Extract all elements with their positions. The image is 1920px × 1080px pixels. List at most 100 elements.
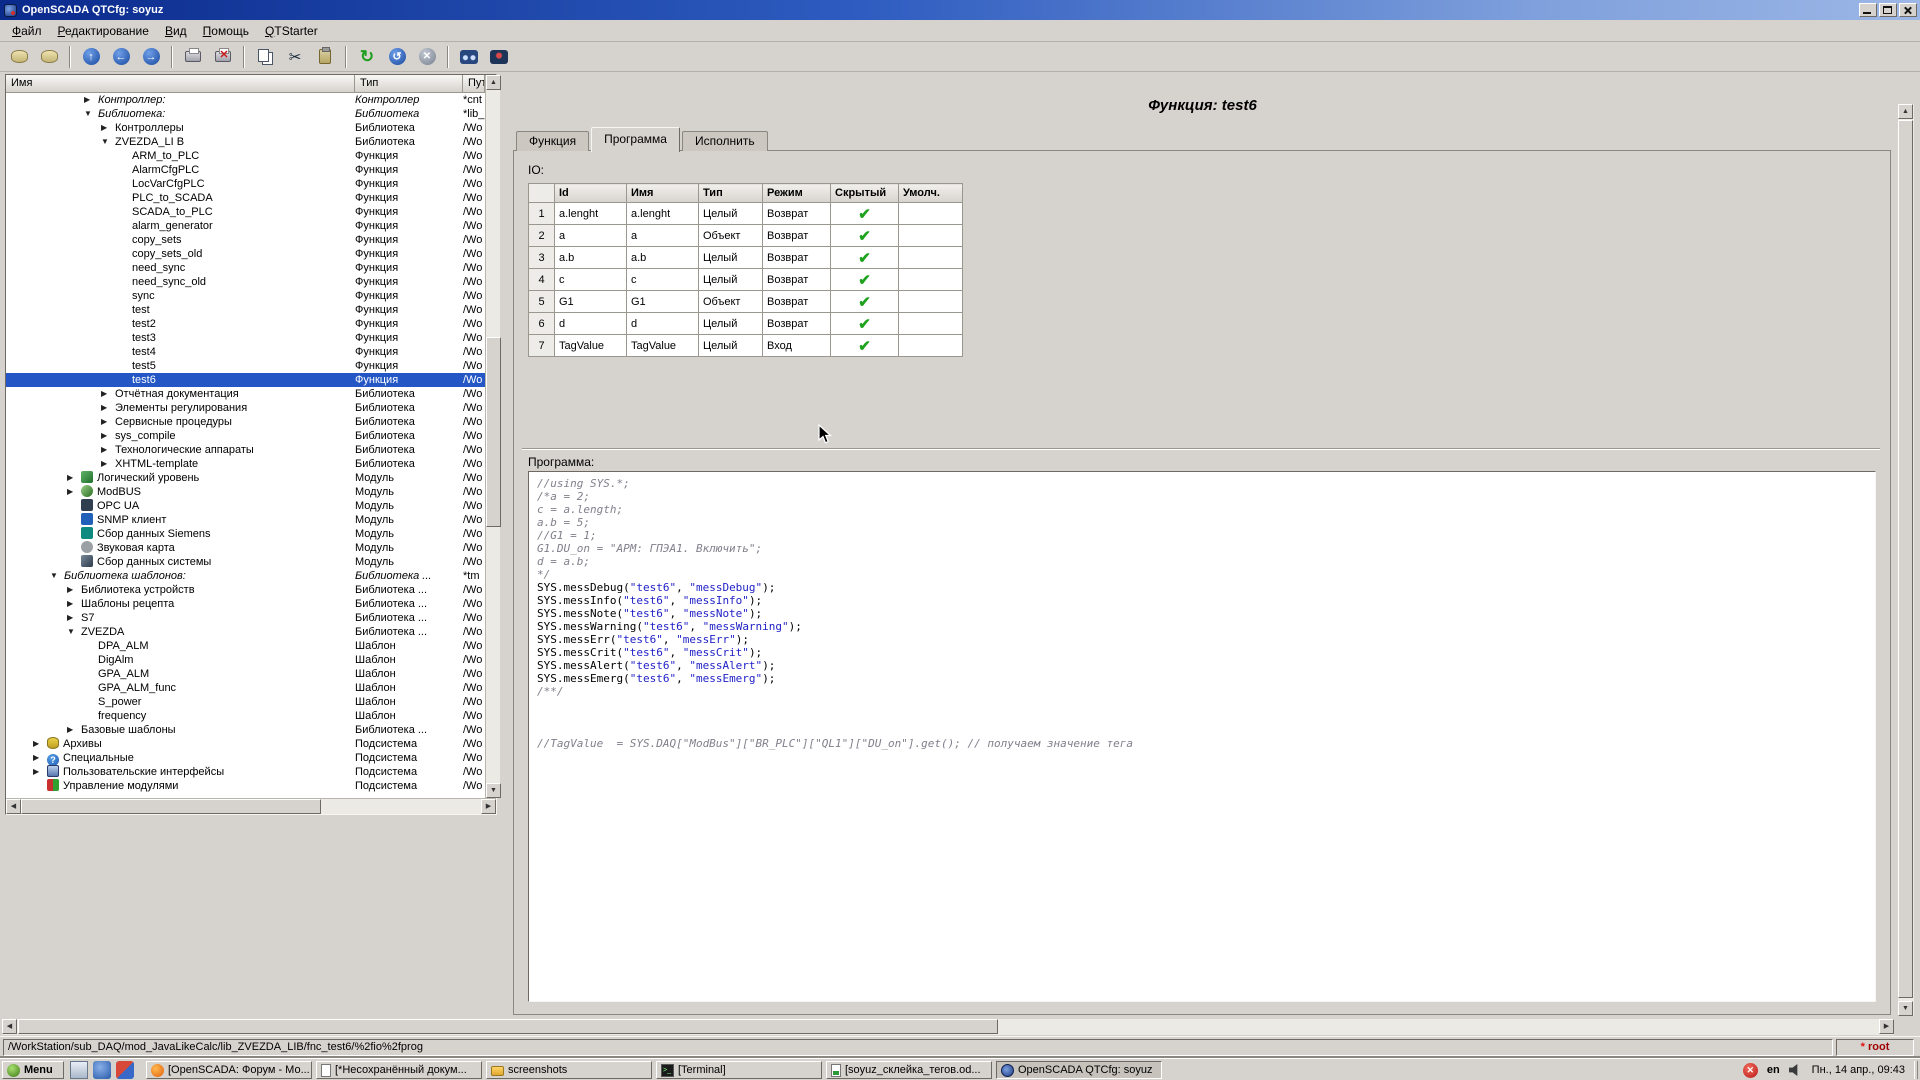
io-cell-id[interactable]: d <box>555 313 627 335</box>
tree-expand-arrow-icon[interactable]: ▶ <box>101 415 115 429</box>
tree-row[interactable]: LocVarCfgPLCФункция/Wo <box>6 177 485 191</box>
tree-expand-arrow-icon[interactable]: ▶ <box>67 723 81 737</box>
tree-column-path[interactable]: Путь <box>463 75 485 93</box>
io-cell-hidden[interactable]: ✔ <box>831 203 899 225</box>
tree-row[interactable]: ▼Библиотека:Библиотека*lib_ <box>6 107 485 121</box>
tree-row[interactable]: ▶Пользовательские интерфейсыПодсистема/W… <box>6 765 485 779</box>
io-cell-type[interactable]: Целый <box>699 203 763 225</box>
main-vscroll-thumb[interactable] <box>1898 120 1913 998</box>
tree-row[interactable]: ▶Элементы регулированияБиблиотека/Wo <box>6 401 485 415</box>
io-row-number[interactable]: 4 <box>529 269 555 291</box>
tree-row[interactable]: ▶Логический уровеньМодуль/Wo <box>6 471 485 485</box>
start-updating-button[interactable]: ↺ <box>384 44 410 70</box>
menu-item-Файл[interactable]: Файл <box>4 20 50 41</box>
tree-row[interactable]: GPA_ALMШаблон/Wo <box>6 667 485 681</box>
io-cell-id[interactable]: a.b <box>555 247 627 269</box>
menu-item-QTStarter[interactable]: QTStarter <box>257 20 326 41</box>
io-cell-default[interactable] <box>899 247 963 269</box>
io-cell-hidden[interactable]: ✔ <box>831 225 899 247</box>
tree-horizontal-scrollbar[interactable]: ◀ ▶ <box>6 798 496 814</box>
io-cell-mode[interactable]: Возврат <box>763 203 831 225</box>
tree-row[interactable]: test5Функция/Wo <box>6 359 485 373</box>
tree-row[interactable]: ▼ZVEZDAБиблиотека .../Wo <box>6 625 485 639</box>
clock[interactable]: Пн., 14 апр., 09:43 <box>1812 1064 1905 1076</box>
taskbar-window-button[interactable]: [*Несохранённый докум... <box>316 1061 482 1079</box>
tree-vertical-scrollbar[interactable]: ▲ ▼ <box>485 75 500 798</box>
paste-item-button[interactable] <box>312 44 338 70</box>
io-cell-hidden[interactable]: ✔ <box>831 313 899 335</box>
tree-row[interactable]: SCADA_to_PLCФункция/Wo <box>6 205 485 219</box>
io-column-header[interactable]: Имя <box>627 184 699 203</box>
io-column-header[interactable]: Режим <box>763 184 831 203</box>
io-cell-mode[interactable]: Возврат <box>763 247 831 269</box>
tree-row[interactable]: AlarmCfgPLCФункция/Wo <box>6 163 485 177</box>
tab-Исполнить[interactable]: Исполнить <box>682 131 768 151</box>
taskbar-window-button[interactable]: [OpenSCADA: Форум - Мо... <box>146 1061 312 1079</box>
maximize-button[interactable] <box>1879 3 1897 17</box>
tree-row[interactable]: need_syncФункция/Wo <box>6 261 485 275</box>
tree-row[interactable]: alarm_generatorФункция/Wo <box>6 219 485 233</box>
program-code-editor[interactable]: //using SYS.*;/*a = 2;c = a.length;a.b =… <box>528 471 1876 1002</box>
io-cell-id[interactable]: TagValue <box>555 335 627 357</box>
web-browser-icon[interactable] <box>93 1061 111 1079</box>
tree-row[interactable]: DPA_ALMШаблон/Wo <box>6 639 485 653</box>
io-column-header[interactable]: Скрытый <box>831 184 899 203</box>
io-cell-type[interactable]: Объект <box>699 291 763 313</box>
io-cell-mode[interactable]: Возврат <box>763 269 831 291</box>
tree-row[interactable]: frequencyШаблон/Wo <box>6 709 485 723</box>
tree-row[interactable]: Управление модулямиПодсистема/Wo <box>6 779 485 793</box>
io-cell-default[interactable] <box>899 291 963 313</box>
io-cell-hidden[interactable]: ✔ <box>831 335 899 357</box>
menu-item-Помощь[interactable]: Помощь <box>195 20 257 41</box>
tree-row[interactable]: ▶КонтроллерыБиблиотека/Wo <box>6 121 485 135</box>
io-row-number[interactable]: 6 <box>529 313 555 335</box>
tree-row[interactable]: Звуковая картаМодуль/Wo <box>6 541 485 555</box>
tree-row[interactable]: ▶S7Библиотека .../Wo <box>6 611 485 625</box>
tree-expand-arrow-icon[interactable]: ▶ <box>67 611 81 625</box>
vision-button[interactable] <box>486 44 512 70</box>
io-column-header[interactable]: Id <box>555 184 627 203</box>
io-row-number[interactable]: 3 <box>529 247 555 269</box>
io-cell-type[interactable]: Целый <box>699 247 763 269</box>
tab-Функция[interactable]: Функция <box>516 131 589 151</box>
tree-expand-arrow-icon[interactable]: ▶ <box>67 471 81 485</box>
copy-item-button[interactable] <box>252 44 278 70</box>
tree-row[interactable]: ▶Отчётная документацияБиблиотека/Wo <box>6 387 485 401</box>
tree-row[interactable]: ▶Сервисные процедурыБиблиотека/Wo <box>6 415 485 429</box>
tree-row[interactable]: OPC UAМодуль/Wo <box>6 499 485 513</box>
io-cell-mode[interactable]: Вход <box>763 335 831 357</box>
tree-row[interactable]: copy_setsФункция/Wo <box>6 233 485 247</box>
io-cell-type[interactable]: Целый <box>699 313 763 335</box>
stop-updating-button[interactable]: ✕ <box>414 44 440 70</box>
scroll-down-icon[interactable]: ▼ <box>486 783 501 798</box>
io-cell-id[interactable]: a.lenght <box>555 203 627 225</box>
io-row-number[interactable]: 2 <box>529 225 555 247</box>
cut-item-button[interactable]: ✂ <box>282 44 308 70</box>
tree-row[interactable]: ▶Контроллер:Контроллер*cnt <box>6 93 485 107</box>
tree-row[interactable]: ▶ModBUSМодуль/Wo <box>6 485 485 499</box>
tree-row[interactable]: copy_sets_oldФункция/Wo <box>6 247 485 261</box>
tree-row[interactable]: S_powerШаблон/Wo <box>6 695 485 709</box>
tree-expand-arrow-icon[interactable]: ▶ <box>101 429 115 443</box>
scroll-left-icon[interactable]: ◀ <box>6 799 21 814</box>
tree-collapse-arrow-icon[interactable]: ▼ <box>67 625 81 639</box>
menu-item-Вид[interactable]: Вид <box>157 20 195 41</box>
main-hscroll-thumb[interactable] <box>18 1019 998 1034</box>
tree-row[interactable]: ▶Шаблоны рецептаБиблиотека .../Wo <box>6 597 485 611</box>
io-cell-type[interactable]: Целый <box>699 269 763 291</box>
tree-row[interactable]: ▶СпециальныеПодсистема/Wo <box>6 751 485 765</box>
io-cell-default[interactable] <box>899 313 963 335</box>
tree-row[interactable]: Сбор данных SiemensМодуль/Wo <box>6 527 485 541</box>
tree-row[interactable]: test3Функция/Wo <box>6 331 485 345</box>
tree-row[interactable]: ▶Библиотека устройствБиблиотека .../Wo <box>6 583 485 597</box>
scroll-right-icon[interactable]: ▶ <box>1879 1019 1894 1034</box>
tree-row[interactable]: ▶АрхивыПодсистема/Wo <box>6 737 485 751</box>
add-item-button[interactable] <box>180 44 206 70</box>
taskbar-window-button[interactable]: [soyuz_склейка_тегов.od... <box>826 1061 992 1079</box>
tree-expand-arrow-icon[interactable]: ▶ <box>67 597 81 611</box>
tree-row[interactable]: ▼ZVEZDA_LI BБиблиотека/Wo <box>6 135 485 149</box>
tree-row[interactable]: SNMP клиентМодуль/Wo <box>6 513 485 527</box>
file-manager-icon[interactable] <box>116 1061 134 1079</box>
io-cell-hidden[interactable]: ✔ <box>831 269 899 291</box>
tree-expand-arrow-icon[interactable]: ▶ <box>33 765 47 779</box>
